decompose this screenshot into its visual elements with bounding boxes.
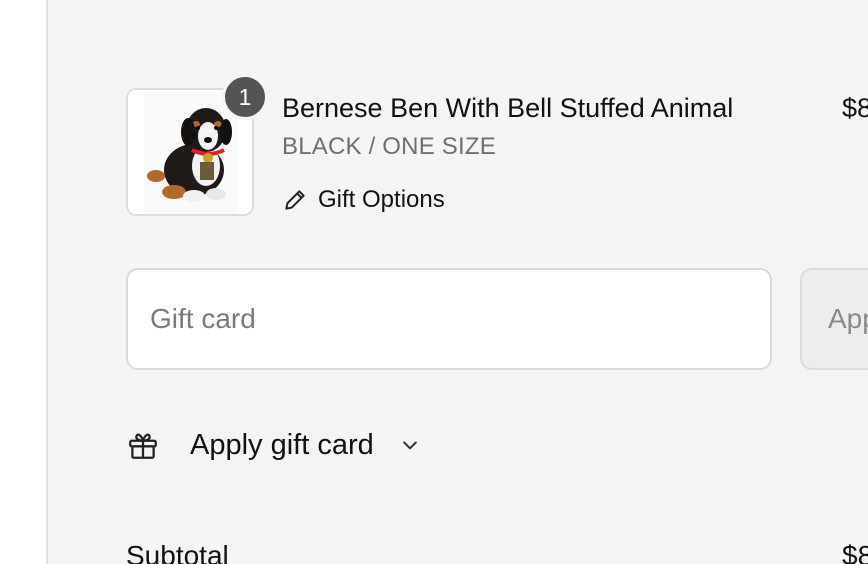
bernese-dog-plush-image (144, 92, 238, 214)
product-variant: BLACK / ONE SIZE (282, 133, 496, 160)
pencil-icon (285, 190, 305, 210)
gift-card-input[interactable] (126, 268, 772, 370)
gift-options-link[interactable]: Gift Options (282, 186, 445, 214)
subtotal-value: $8 (842, 540, 868, 564)
order-summary-pane: 1 Bernese Ben With Bell Stuffed Animal B… (46, 0, 868, 564)
apply-gift-card-label: Apply gift card (190, 428, 374, 461)
subtotal-label: Subtotal (126, 540, 229, 564)
gift-options-label: Gift Options (318, 186, 445, 213)
gift-icon (129, 433, 157, 459)
apply-gift-card-toggle[interactable]: Apply gift card (126, 428, 420, 462)
chevron-down-icon (402, 441, 417, 450)
quantity-badge: 1 (222, 74, 268, 120)
product-price: $8 (842, 93, 868, 123)
product-title: Bernese Ben With Bell Stuffed Animal (282, 93, 734, 123)
apply-gift-card-button[interactable]: App (800, 268, 868, 370)
checkout-main-pane (0, 0, 46, 564)
